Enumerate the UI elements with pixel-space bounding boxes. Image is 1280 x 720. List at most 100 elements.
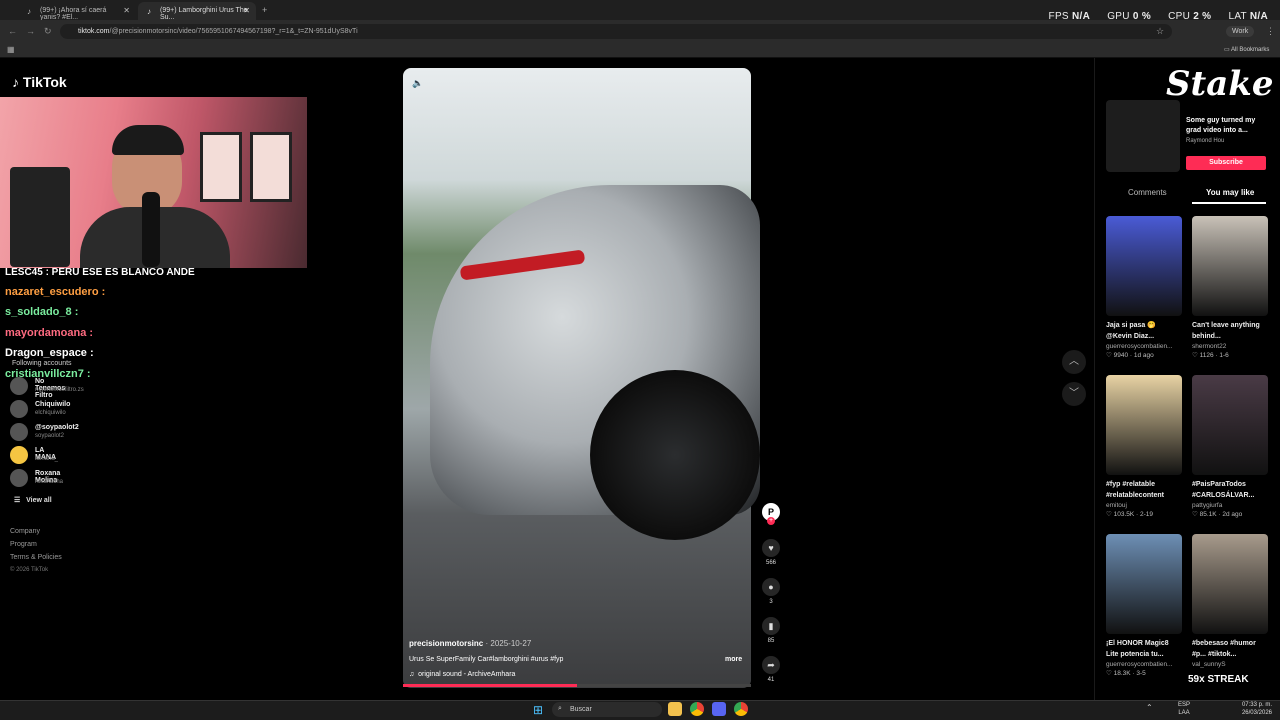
card-title: #fyp #relatable #relatablecontent: [1106, 481, 1164, 499]
chrome-icon[interactable]: [690, 702, 704, 716]
view-all-button[interactable]: ☰ View all: [14, 496, 52, 504]
ad-author: Raymond Hou: [1186, 138, 1225, 144]
recommended-video-card[interactable]: #bebesaso #humor #p... #tiktok... val_su…: [1192, 534, 1268, 668]
follow-plus-icon[interactable]: +: [767, 517, 775, 525]
save-count: 85: [767, 638, 775, 644]
comment-count: 3: [769, 599, 773, 605]
music-note-icon: ♫: [409, 671, 415, 678]
forward-icon[interactable]: →: [26, 26, 35, 36]
card-author[interactable]: guerrerosycombatien...: [1106, 343, 1182, 350]
footer-link[interactable]: Terms & Policies: [10, 554, 62, 561]
chat-message: nazaret_escudero :: [5, 286, 106, 298]
tiktok-favicon-icon: ♪: [27, 7, 31, 16]
recommended-video-card[interactable]: #fyp #relatable #relatablecontent emitou…: [1106, 375, 1182, 518]
ad-title[interactable]: Some guy turned my grad video into a...: [1186, 116, 1266, 136]
clock[interactable]: 07:33 p. m. 26/03/2026: [1242, 701, 1272, 717]
file-explorer-icon[interactable]: [668, 702, 682, 716]
clock-date: 26/03/2026: [1241, 710, 1272, 716]
windows-start-icon[interactable]: ⊞: [533, 703, 543, 717]
keyboard-layout: LAA: [1178, 710, 1190, 716]
stake-logo: Stake: [1166, 64, 1274, 104]
tiktok-logo-text: TikTok: [22, 74, 67, 90]
address-bar[interactable]: tiktok.com/@precisionmotorsinc/video/756…: [60, 24, 1172, 39]
browser-tab-active[interactable]: ♪ (99+) Lamborghini Urus The Su... ✕: [138, 2, 256, 21]
more-button[interactable]: more: [725, 656, 742, 663]
chevron-up-icon: ︿: [1069, 356, 1079, 367]
subscribe-button[interactable]: Subscribe: [1186, 156, 1266, 170]
bookmark-star-icon[interactable]: ☆: [1156, 26, 1164, 37]
car-wheel: [590, 370, 760, 540]
recommended-video-card[interactable]: Jaja si pasa 🤭 @Kevin Diaz... guerrerosy…: [1106, 216, 1182, 359]
account-name: Chiquiwilo: [35, 401, 71, 408]
video-date: · 2025-10-27: [485, 639, 532, 648]
ad-thumbnail[interactable]: [1106, 100, 1180, 172]
recommended-video-card[interactable]: #PaisParaTodos #CARLOSÁLVAR... pattygiur…: [1192, 375, 1268, 518]
card-author[interactable]: shermont22: [1192, 343, 1268, 350]
card-author[interactable]: val_sunnyS: [1192, 661, 1268, 668]
discord-icon[interactable]: [712, 702, 726, 716]
taskbar-search[interactable]: ⌕ Buscar: [552, 702, 662, 717]
menu-icon[interactable]: ⋮: [1266, 26, 1275, 37]
tray-chevron-icon[interactable]: ⌃: [1146, 703, 1153, 712]
tab-comments[interactable]: Comments: [1128, 188, 1167, 197]
account-name: @soypaolot2: [35, 424, 79, 431]
apps-grid-icon[interactable]: ▦: [7, 45, 15, 54]
comment-button[interactable]: ● 3: [762, 578, 780, 605]
previous-video-button[interactable]: ︿: [1062, 350, 1086, 374]
tab-you-may-like[interactable]: You may like: [1206, 188, 1254, 197]
tiktok-favicon-icon: ♪: [147, 7, 151, 16]
language-code: ESP: [1178, 702, 1191, 708]
like-button[interactable]: ♥ 566: [762, 539, 780, 566]
all-bookmarks-button[interactable]: ▭ All Bookmarks: [1224, 46, 1269, 53]
video-author[interactable]: precisionmotorsinc · 2025-10-27: [409, 639, 531, 648]
language-indicator[interactable]: ESP LAA: [1178, 701, 1190, 717]
account-handle: roxanacha: [35, 479, 64, 485]
next-video-button[interactable]: ﹀: [1062, 382, 1086, 406]
chat-message: s_soldado_8 :: [5, 306, 79, 318]
all-bookmarks-label: All Bookmarks: [1231, 47, 1270, 53]
chrome-active-icon[interactable]: [734, 702, 748, 716]
card-author[interactable]: pattygiurfa: [1192, 502, 1268, 509]
recommended-video-card[interactable]: Can't leave anything behind... shermont2…: [1192, 216, 1268, 359]
new-tab-button[interactable]: +: [262, 5, 267, 15]
heart-icon: ♥: [762, 539, 780, 557]
mute-icon[interactable]: 🔈: [412, 78, 423, 89]
video-thumbnail[interactable]: [1192, 375, 1268, 475]
close-tab-icon[interactable]: ✕: [243, 6, 250, 15]
footer-link[interactable]: Program: [10, 541, 37, 548]
video-thumbnail[interactable]: [1106, 375, 1182, 475]
reload-icon[interactable]: ↻: [44, 26, 52, 37]
search-placeholder: Buscar: [570, 706, 592, 713]
chat-message: Dragon_espace :: [5, 347, 94, 359]
sound-label: original sound - ArchiveAmhara: [418, 671, 516, 678]
share-count: 41: [767, 677, 775, 683]
video-sound[interactable]: ♫ original sound - ArchiveAmhara: [409, 671, 515, 678]
search-icon: ⌕: [558, 705, 562, 712]
browser-tab[interactable]: ♪ (99+) ¡Ahora sí caerá yanis? #El... ✕: [18, 2, 136, 21]
comment-icon: ●: [762, 578, 780, 596]
video-thumbnail[interactable]: [1192, 216, 1268, 316]
video-thumbnail[interactable]: [1192, 534, 1268, 634]
footer-link[interactable]: Company: [10, 528, 40, 535]
microphone-shape: [142, 192, 160, 267]
share-button[interactable]: ➦ 41: [762, 656, 780, 683]
video-thumbnail[interactable]: [1106, 534, 1182, 634]
back-icon[interactable]: ←: [8, 26, 17, 36]
streak-badge: 59x STREAK: [1188, 674, 1249, 685]
card-author[interactable]: emitouj: [1106, 502, 1182, 509]
card-stats: ♡ 103.5K · 2-19: [1106, 511, 1154, 518]
share-icon: ➦: [762, 656, 780, 674]
video-progress-bar[interactable]: [403, 684, 751, 687]
close-tab-icon[interactable]: ✕: [123, 6, 130, 15]
recommended-video-card[interactable]: ¡El HONOR Magic8 Lite potencia tu... gue…: [1106, 534, 1182, 677]
streamer-webcam: [0, 97, 307, 268]
account-handle: elchiquiwilo: [35, 410, 66, 416]
profile-button[interactable]: Work: [1226, 26, 1255, 37]
tiktok-logo[interactable]: ♪ TikTok: [12, 74, 67, 90]
chat-message: LESC45 : PERU ESE ES BLANCO ANDE: [5, 267, 195, 278]
speaker-shape: [10, 167, 70, 267]
video-thumbnail[interactable]: [1106, 216, 1182, 316]
card-author[interactable]: guerrerosycombatien...: [1106, 661, 1182, 668]
card-stats: ♡ 9940 · 1d ago: [1106, 352, 1154, 359]
save-button[interactable]: ▮ 85: [762, 617, 780, 644]
